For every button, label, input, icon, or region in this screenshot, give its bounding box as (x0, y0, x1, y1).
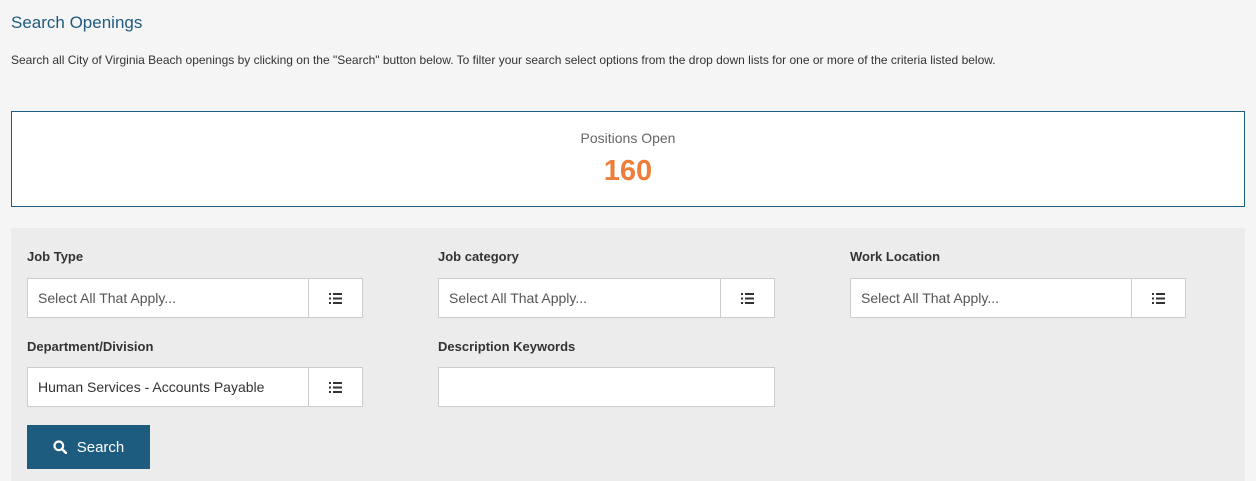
list-icon (329, 292, 342, 304)
intro-text: Search all City of Virginia Beach openin… (11, 53, 996, 67)
positions-open-count: 160 (603, 155, 653, 187)
search-icon (53, 440, 67, 454)
work-location-select-text: Select All That Apply... (861, 290, 1000, 306)
job-category-list-button[interactable] (720, 279, 774, 317)
work-location-label: Work Location (850, 249, 941, 264)
department-list-button[interactable] (308, 368, 362, 406)
job-type-select[interactable]: Select All That Apply... (27, 278, 363, 318)
search-button[interactable]: Search (27, 425, 150, 469)
page-title: Search Openings (11, 13, 143, 32)
department-label: Department/Division (27, 339, 154, 354)
keywords-label: Description Keywords (438, 339, 576, 354)
job-type-label: Job Type (27, 249, 84, 264)
job-type-select-text: Select All That Apply... (38, 290, 177, 306)
department-select[interactable]: Human Services - Accounts Payable (27, 367, 363, 407)
search-openings-page: Search Openings Search all City of Virgi… (0, 0, 1256, 481)
work-location-list-button[interactable] (1131, 279, 1185, 317)
job-category-select[interactable]: Select All That Apply... (438, 278, 775, 318)
list-icon (1152, 292, 1165, 304)
positions-open-label: Positions Open (580, 130, 676, 146)
list-icon (329, 381, 342, 393)
department-select-text: Human Services - Accounts Payable (38, 379, 265, 395)
positions-open-box: Positions Open 160 (11, 111, 1245, 207)
job-type-list-button[interactable] (308, 279, 362, 317)
work-location-select[interactable]: Select All That Apply... (850, 278, 1186, 318)
job-category-select-text: Select All That Apply... (449, 290, 588, 306)
list-icon (741, 292, 754, 304)
filter-panel: Job Type Select All That Apply... Job ca… (11, 228, 1245, 481)
job-category-label: Job category (438, 249, 519, 264)
keywords-input[interactable] (438, 367, 775, 407)
search-button-label: Search (76, 438, 125, 456)
